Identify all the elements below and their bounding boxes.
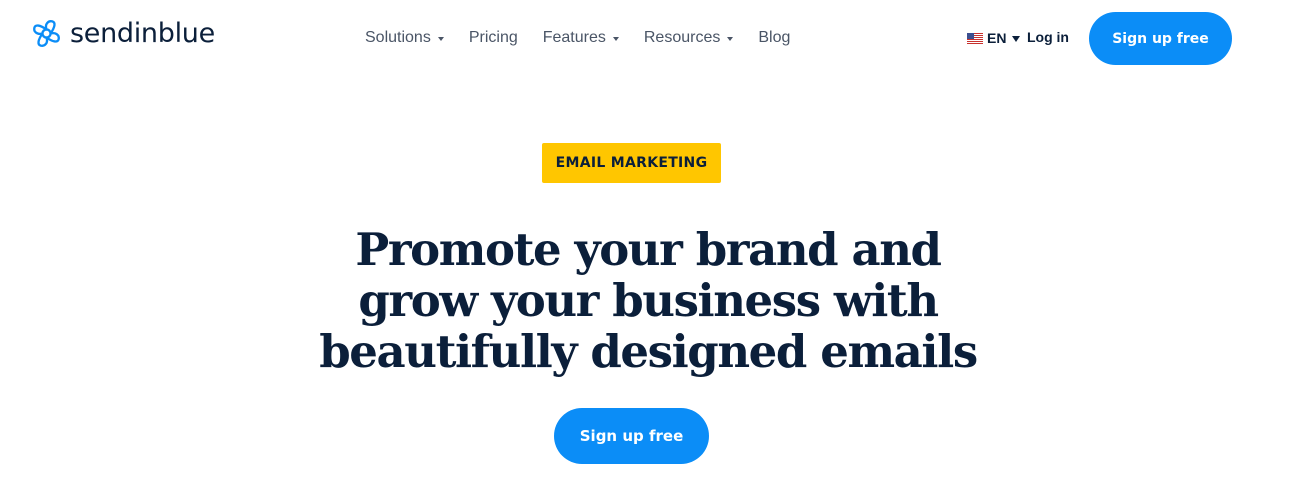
site-header: sendinblue Solutions Pricing Features Re… — [0, 0, 1297, 78]
caret-down-icon — [727, 36, 734, 41]
nav-item-features[interactable]: Features — [543, 27, 619, 49]
headline-line: beautifully designed emails — [319, 325, 978, 378]
headline-line: grow your business with — [358, 274, 939, 327]
us-flag-icon — [967, 32, 983, 44]
caret-down-icon — [612, 36, 619, 41]
nav-item-label: Pricing — [468, 29, 518, 46]
hero-headline: Promote your brand and grow your busines… — [248, 224, 1048, 377]
login-link[interactable]: Log in — [1027, 29, 1069, 45]
sendinblue-logo-icon — [33, 20, 60, 47]
nav-item-solutions[interactable]: Solutions — [365, 27, 444, 49]
hero-signup-button[interactable]: Sign up free — [554, 408, 709, 464]
nav-item-label: Blog — [758, 29, 791, 46]
caret-down-icon — [1012, 35, 1021, 42]
nav-item-label: Features — [542, 29, 606, 46]
main-nav: Solutions Pricing Features Resources Blo… — [365, 27, 815, 49]
nav-item-label: Resources — [643, 29, 721, 46]
headline-line: Promote your brand and — [355, 223, 942, 276]
sendinblue-logo[interactable]: sendinblue — [31, 18, 215, 49]
nav-item-label: Solutions — [365, 29, 431, 46]
logo-wordmark: sendinblue — [70, 18, 215, 49]
nav-item-resources[interactable]: Resources — [643, 27, 734, 49]
nav-item-blog[interactable]: Blog — [758, 27, 790, 49]
header-signup-button[interactable]: Sign up free — [1089, 12, 1232, 65]
caret-down-icon — [437, 36, 444, 41]
email-marketing-badge: EMAIL MARKETING — [542, 143, 721, 183]
nav-item-pricing[interactable]: Pricing — [469, 27, 518, 49]
language-label: EN — [987, 30, 1007, 46]
language-selector[interactable]: EN — [967, 30, 1021, 46]
